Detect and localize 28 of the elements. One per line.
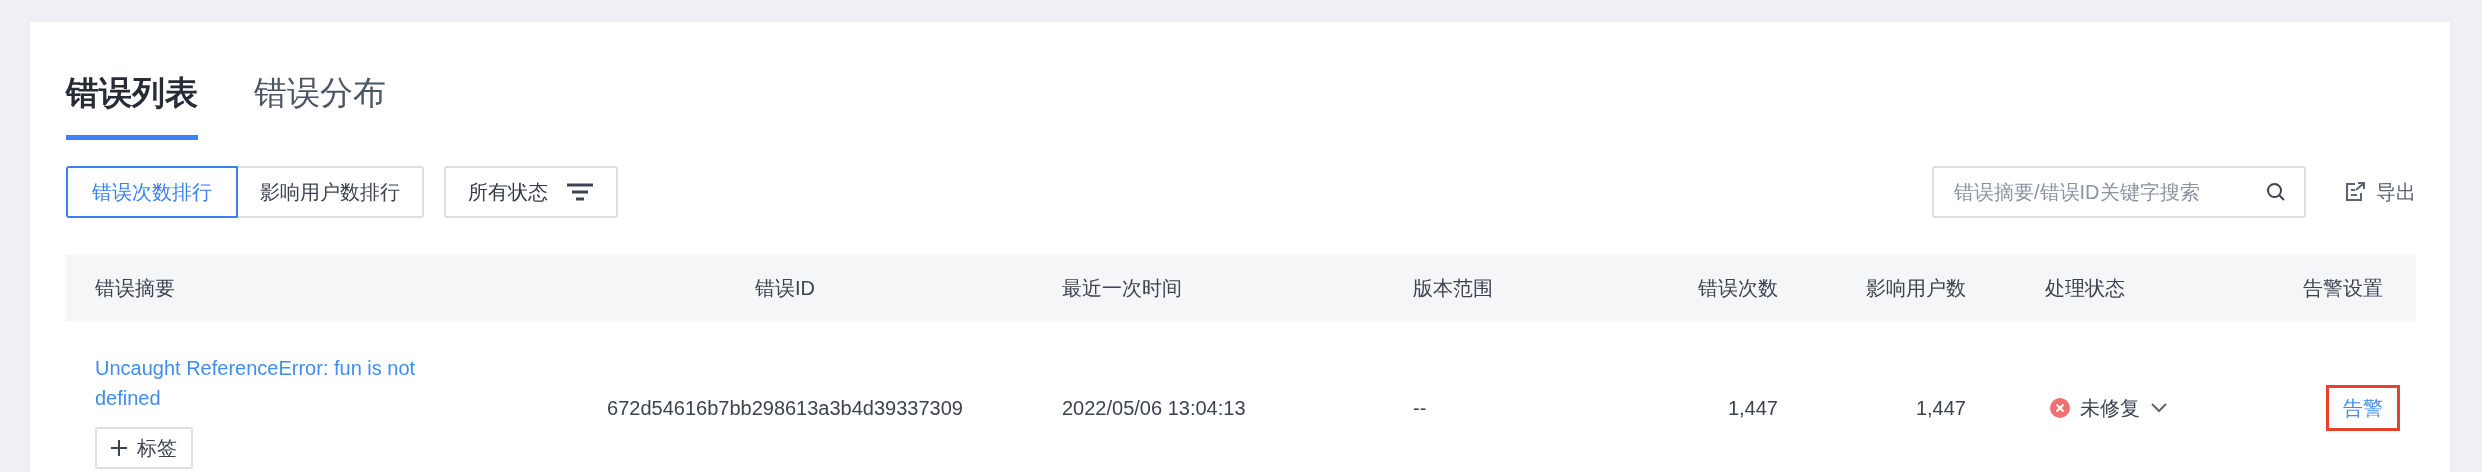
plus-icon <box>111 440 127 456</box>
sort-button[interactable]: 错误次数排行 <box>66 166 238 218</box>
filter-icon <box>566 183 594 201</box>
time-cell: 2022/05/06 13:04:13 <box>1030 321 1380 472</box>
search-icon <box>2266 182 2286 202</box>
error-count-cell: 1,447 <box>1620 321 1810 472</box>
add-tag-button[interactable]: 标签 <box>95 427 193 469</box>
column-header: 错误次数 <box>1620 255 1810 321</box>
sort-button[interactable]: 影响用户数排行 <box>236 166 424 218</box>
search-field[interactable]: 错误摘要/错误ID关键字搜索 <box>1932 166 2306 218</box>
column-header: 告警设置 <box>2230 255 2416 321</box>
error-status-icon <box>2050 398 2070 418</box>
column-header: 错误ID <box>540 255 1030 321</box>
user-count-cell: 1,447 <box>1810 321 2000 472</box>
column-header: 影响用户数 <box>1810 255 2000 321</box>
error-id-cell: 672d54616b7bb298613a3b4d39337309 <box>540 321 1030 472</box>
column-header: 版本范围 <box>1380 255 1620 321</box>
version-cell: -- <box>1380 321 1620 472</box>
status-dropdown[interactable]: 未修复 <box>2050 393 2168 423</box>
tab[interactable]: 错误分布 <box>254 50 386 140</box>
caret-icon <box>2150 403 2168 413</box>
tab[interactable]: 错误列表 <box>66 50 198 140</box>
export-button[interactable]: 导出 <box>2344 177 2416 207</box>
column-header: 处理状态 <box>2000 255 2230 321</box>
export-icon <box>2344 181 2366 203</box>
column-header: 错误摘要 <box>66 255 540 321</box>
status-filter-button[interactable]: 所有状态 <box>444 166 618 218</box>
column-header: 最近一次时间 <box>1030 255 1380 321</box>
